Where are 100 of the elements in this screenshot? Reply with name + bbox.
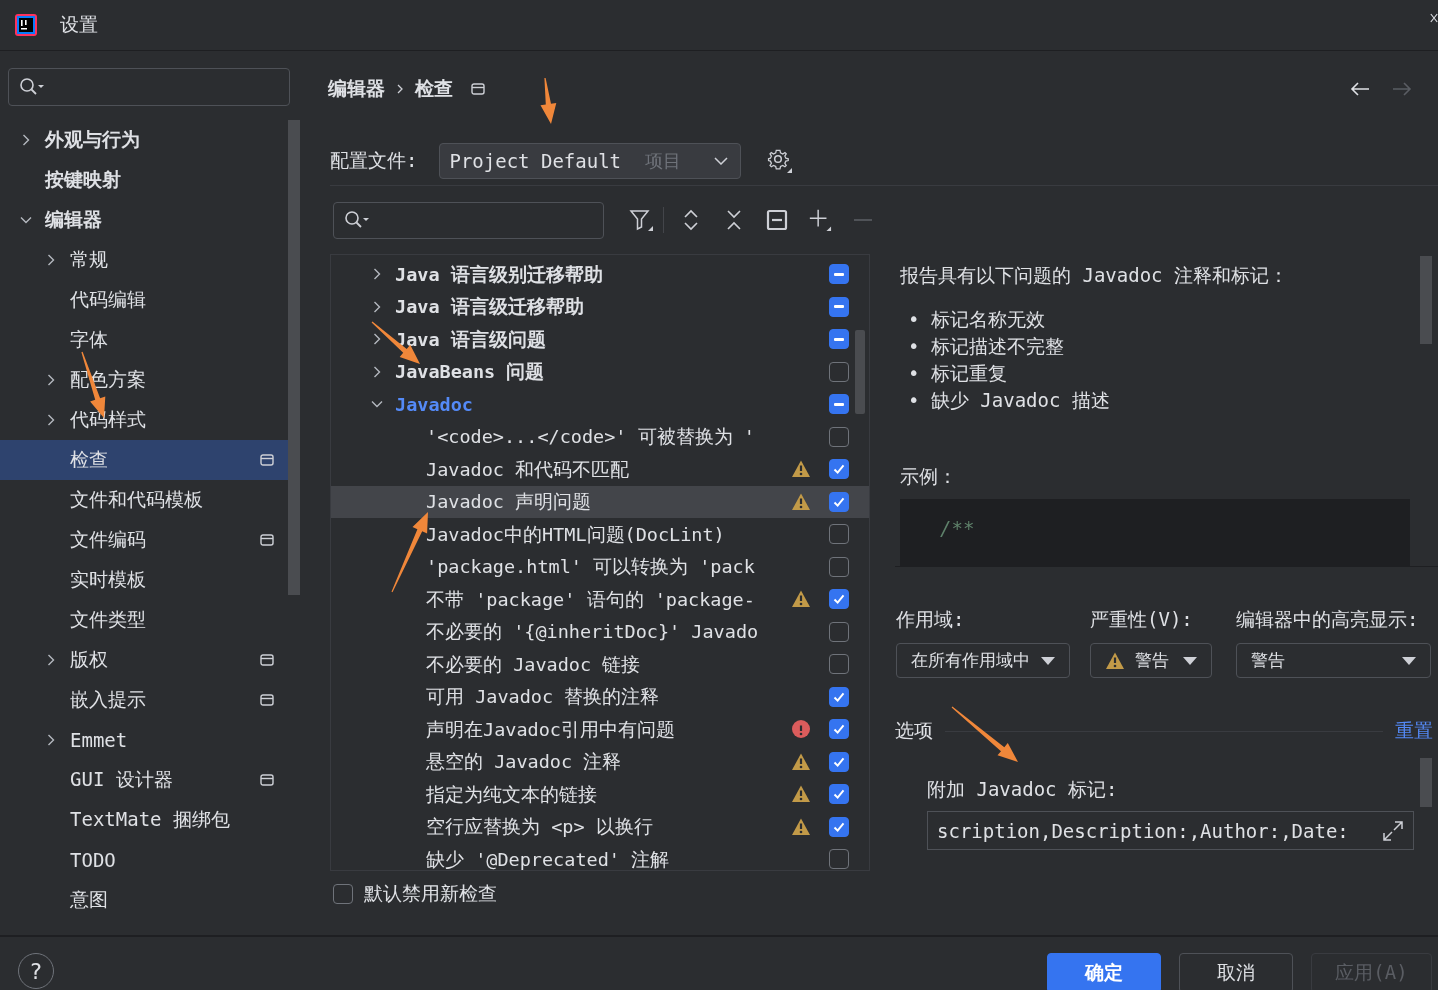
checkbox[interactable] <box>829 751 849 772</box>
scrollbar[interactable] <box>855 330 865 414</box>
dialog-button[interactable]: 取消 <box>1179 953 1293 990</box>
add-icon[interactable] <box>808 208 832 232</box>
inspection-row[interactable]: 不带 'package' 语句的 'package- <box>331 583 869 616</box>
sidebar-item[interactable]: 文件类型 <box>0 600 288 640</box>
sidebar-item[interactable]: 检查 <box>0 440 288 480</box>
checkbox[interactable] <box>829 426 849 447</box>
chevron-icon[interactable] <box>20 214 32 226</box>
chevron-icon[interactable] <box>45 374 57 386</box>
chevron-icon[interactable] <box>20 134 32 146</box>
inspection-row[interactable]: 不必要的 Javadoc 链接 <box>331 648 869 681</box>
warning-icon <box>791 784 811 805</box>
checkbox[interactable] <box>333 884 353 904</box>
sidebar-item[interactable]: 外观与行为 <box>0 120 288 160</box>
inspection-row[interactable]: 不必要的 '{@inheritDoc}' Javado <box>331 615 869 648</box>
inspection-row[interactable]: Javadoc 声明问题 <box>331 485 869 518</box>
inspection-row[interactable]: 声明在Javadoc引用中有问题 <box>331 713 869 746</box>
chevron-icon[interactable] <box>371 365 383 378</box>
inspection-row[interactable]: 缺少 '@Deprecated' 注解 <box>331 843 869 870</box>
sidebar-item[interactable]: 意图 <box>0 880 288 920</box>
inspection-name: 不必要的 '{@inheritDoc}' Javado <box>426 620 759 645</box>
inspection-row[interactable]: 指定为纯文本的链接 <box>331 778 869 811</box>
inspection-row[interactable]: Javadoc 和代码不匹配 <box>331 453 869 486</box>
chevron-icon[interactable] <box>371 300 383 313</box>
bullet-item: • 标记名称无效 <box>908 307 1045 332</box>
highlight-label: 编辑器中的高亮显示: <box>1236 607 1420 632</box>
inspection-row[interactable]: Javadoc中的HTML问题(DocLint) <box>331 518 869 551</box>
search-field[interactable] <box>333 201 604 239</box>
breadcrumb-item[interactable]: 检查 <box>415 76 453 102</box>
warning-icon <box>791 459 811 480</box>
inspection-row[interactable]: 'package.html' 可以转换为 'pack <box>331 550 869 583</box>
scrollbar[interactable] <box>1420 256 1432 344</box>
sidebar-item[interactable]: Emmet <box>0 720 288 760</box>
sidebar-item[interactable]: 文件和代码模板 <box>0 480 288 520</box>
search-field[interactable] <box>8 68 290 106</box>
inspection-row[interactable]: 空行应替换为 <p> 以换行 <box>331 810 869 843</box>
checkbox[interactable] <box>829 459 849 480</box>
checkbox[interactable] <box>829 296 849 317</box>
checkbox[interactable] <box>829 654 849 675</box>
checkbox[interactable] <box>829 621 849 642</box>
sidebar-item[interactable]: 嵌入提示 <box>0 680 288 720</box>
sidebar-item[interactable]: 代码编辑 <box>0 280 288 320</box>
close-icon[interactable] <box>1430 12 1438 24</box>
inspection-row[interactable]: Java 语言级别迁移帮助 <box>331 258 869 291</box>
sidebar-item[interactable]: 按键映射 <box>0 160 288 200</box>
chevron-icon[interactable] <box>371 268 383 281</box>
checkbox[interactable] <box>829 686 849 707</box>
ok-button[interactable]: 确定 <box>1047 953 1161 990</box>
checkbox[interactable] <box>829 816 849 837</box>
inspection-name: 指定为纯文本的链接 <box>426 782 597 807</box>
inspection-row[interactable]: 悬空的 Javadoc 注释 <box>331 745 869 778</box>
scrollbar[interactable] <box>1420 758 1432 807</box>
dropdown-arrow-icon <box>1402 656 1416 665</box>
expand-icon[interactable] <box>1382 819 1404 842</box>
filter-icon[interactable] <box>629 208 653 232</box>
checkbox[interactable] <box>829 524 849 545</box>
window-title: 设置 <box>60 12 98 37</box>
checkbox[interactable] <box>829 589 849 610</box>
checkbox[interactable] <box>829 849 849 870</box>
sidebar-item[interactable]: GUI 设计器 <box>0 760 288 800</box>
dash-icon <box>834 272 844 276</box>
sidebar-item[interactable]: 字体 <box>0 320 288 360</box>
options-title: 选项 <box>895 718 933 743</box>
inspection-row[interactable]: Java 语言级迁移帮助 <box>331 290 869 323</box>
checkbox[interactable] <box>829 394 849 415</box>
chevron-icon[interactable] <box>45 654 57 666</box>
checkbox[interactable] <box>829 361 849 382</box>
scope-dropdown[interactable]: 在所有作用域中 <box>896 643 1070 678</box>
sidebar-item[interactable]: 实时模板 <box>0 560 288 600</box>
scrollbar[interactable] <box>288 120 300 595</box>
checkbox[interactable] <box>829 264 849 285</box>
sidebar-item[interactable]: 文件编码 <box>0 520 288 560</box>
checkbox[interactable] <box>829 329 849 350</box>
checkbox[interactable] <box>829 719 849 740</box>
back-arrow-icon[interactable] <box>1350 81 1370 97</box>
checkbox[interactable] <box>829 556 849 577</box>
profile-dropdown[interactable]: Project Default 项目 <box>439 143 742 179</box>
inspection-row[interactable]: Javadoc <box>331 388 869 421</box>
breadcrumb-item[interactable]: 编辑器 <box>328 76 385 102</box>
group-icon[interactable] <box>765 208 789 232</box>
checkbox[interactable] <box>829 784 849 805</box>
inspection-row[interactable]: '<code>...</code>' 可被替换为 ' <box>331 420 869 453</box>
severity-dropdown[interactable]: 警告 <box>1090 643 1212 678</box>
sidebar-item[interactable]: 常规 <box>0 240 288 280</box>
sidebar-item[interactable]: TextMate 捆绑包 <box>0 800 288 840</box>
sidebar-item[interactable]: TODO <box>0 840 288 880</box>
sidebar-item[interactable]: 版权 <box>0 640 288 680</box>
dash-icon <box>834 337 844 341</box>
settings-icon[interactable] <box>767 148 794 174</box>
tags-field[interactable]: scription,Description:,Author:,Date: <box>927 811 1414 850</box>
chevron-icon[interactable] <box>371 333 383 346</box>
chevron-icon[interactable] <box>45 254 57 266</box>
sidebar-item[interactable]: 编辑器 <box>0 200 288 240</box>
chevron-icon[interactable] <box>45 414 57 426</box>
highlight-dropdown[interactable]: 警告 <box>1236 643 1431 678</box>
chevron-icon[interactable] <box>45 734 57 746</box>
inspection-row[interactable]: 可用 Javadoc 替换的注释 <box>331 680 869 713</box>
checkbox[interactable] <box>829 491 849 512</box>
reset-link[interactable]: 重置 <box>1395 718 1433 744</box>
